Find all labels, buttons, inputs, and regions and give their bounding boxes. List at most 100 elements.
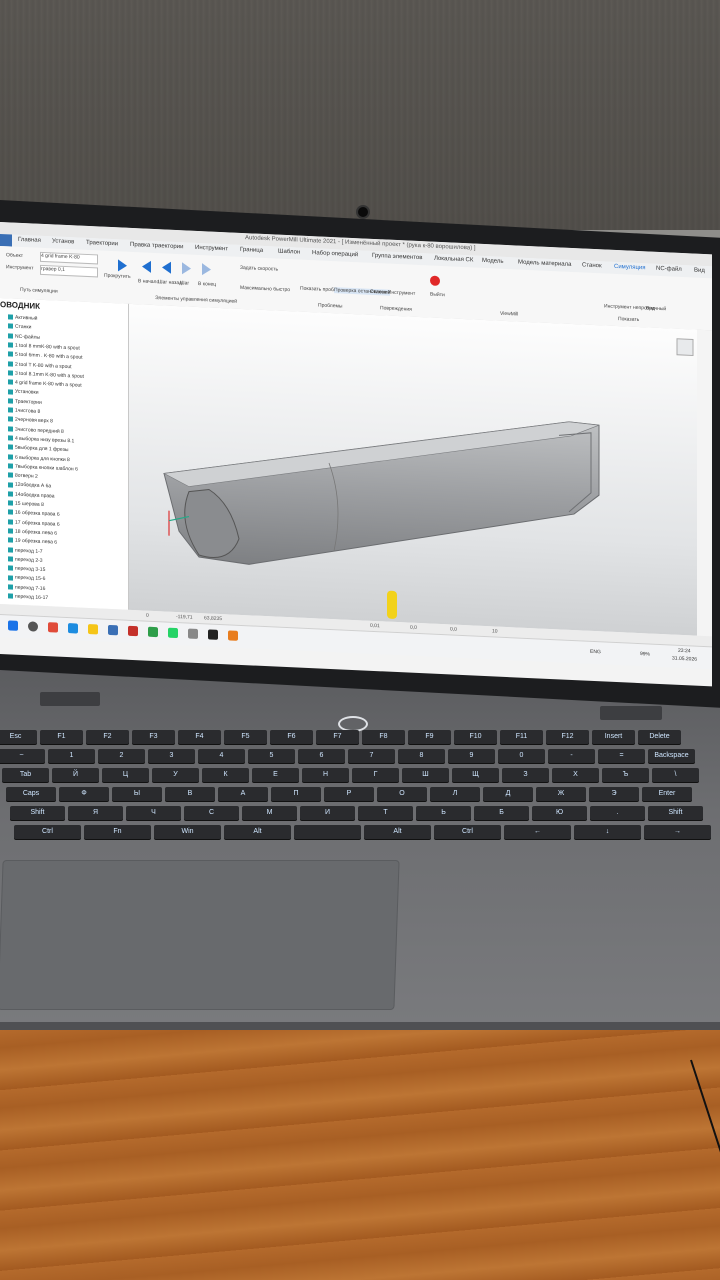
app2-icon[interactable] <box>148 626 158 638</box>
keyboard-key[interactable]: Shift <box>648 806 703 820</box>
keyboard-key[interactable]: Ctrl <box>14 825 81 839</box>
tab-tool[interactable]: Инструмент <box>195 245 228 253</box>
keyboard-key[interactable]: Ctrl <box>434 825 501 839</box>
edge-icon[interactable] <box>68 623 78 634</box>
tab-group[interactable]: Группа элементов <box>372 253 422 261</box>
explorer-tree-item[interactable]: Станки <box>8 323 31 331</box>
keyboard-key[interactable]: Ж <box>536 787 586 801</box>
tab-edit-toolpath[interactable]: Правка траектории <box>130 242 183 250</box>
explorer-tree-item[interactable]: 17 обрезка права 6 <box>8 519 60 527</box>
to-end-icon[interactable] <box>202 263 211 276</box>
explorer-tree-item[interactable]: Траектории <box>8 398 42 406</box>
keyboard-key[interactable]: Ш <box>402 768 449 782</box>
tab-home[interactable]: Главная <box>18 237 41 244</box>
keyboard-key[interactable]: Т <box>358 806 413 820</box>
battery-indicator[interactable]: 99% <box>640 651 650 657</box>
chrome-icon[interactable] <box>48 622 58 633</box>
file-tab[interactable] <box>0 234 12 247</box>
keyboard-key[interactable]: А <box>218 787 268 801</box>
keyboard-key[interactable]: Insert <box>592 730 635 744</box>
explorer-tree-item[interactable]: 15 шерова 8 <box>8 500 44 508</box>
keyboard-key[interactable]: 1 <box>48 749 95 763</box>
tool-select[interactable]: гравер 0,1 <box>40 264 98 278</box>
keyboard-key[interactable]: Д <box>483 787 533 801</box>
explorer-tree-item[interactable]: NC-файлы <box>8 333 40 340</box>
keyboard-key[interactable]: З <box>502 768 549 782</box>
max-fast-label[interactable]: Максимально быстро <box>240 285 290 293</box>
app3-icon[interactable] <box>188 628 198 639</box>
search-icon[interactable] <box>28 621 38 632</box>
windows-start-icon[interactable] <box>8 620 18 631</box>
keyboard-key[interactable]: Ч <box>126 806 181 820</box>
record-icon[interactable] <box>430 275 440 286</box>
keyboard-key[interactable]: F9 <box>408 730 451 744</box>
explorer-tree-item[interactable]: 3 tool 8.1mm K-80 with a spout <box>8 370 84 380</box>
explorer-tree-item[interactable]: переход 3-15 <box>8 565 45 573</box>
explorer-tree-item[interactable]: 14обводка права <box>8 491 55 499</box>
view-cube[interactable] <box>676 338 694 356</box>
keyboard-key[interactable]: Delete <box>638 730 681 744</box>
keyboard-key[interactable]: Alt <box>224 825 291 839</box>
3d-viewport[interactable] <box>129 303 697 636</box>
to-start-icon[interactable] <box>142 260 151 273</box>
keyboard-key[interactable]: Ь <box>416 806 471 820</box>
keyboard-key[interactable]: Ц <box>102 768 149 782</box>
keyboard-key[interactable]: F2 <box>86 730 129 744</box>
keyboard-key[interactable]: F5 <box>224 730 267 744</box>
keyboard-key[interactable]: Ю <box>532 806 587 820</box>
keyboard-key[interactable]: Р <box>324 787 374 801</box>
whatsapp-icon[interactable] <box>168 627 178 639</box>
keyboard-key[interactable]: Й <box>52 768 99 782</box>
keyboard-key[interactable]: F3 <box>132 730 175 744</box>
tab-boundary[interactable]: Граница <box>240 247 263 254</box>
tab-pattern[interactable]: Шаблон <box>278 249 300 256</box>
keyboard-key[interactable]: С <box>184 806 239 820</box>
keyboard-key[interactable]: Х <box>552 768 599 782</box>
explorer-tree-item[interactable]: 4 выборка низу врезы 8.1 <box>8 435 74 444</box>
keyboard-key[interactable]: Ы <box>112 787 162 801</box>
store-icon[interactable] <box>108 624 118 636</box>
keyboard-key[interactable]: F4 <box>178 730 221 744</box>
keyboard-key[interactable]: 2 <box>98 749 145 763</box>
tab-model[interactable]: Модель <box>482 258 504 265</box>
keyboard-key[interactable]: \ <box>652 768 699 782</box>
keyboard-key[interactable]: Enter <box>642 787 692 801</box>
keyboard-key[interactable]: П <box>271 787 321 801</box>
keyboard-key[interactable]: Б <box>474 806 529 820</box>
explorer-tree-item[interactable]: переход 7-16 <box>8 584 45 592</box>
keyboard-key[interactable]: Н <box>302 768 349 782</box>
explorer-tree-item[interactable]: 2 tool T K-80 with a spout <box>8 361 72 370</box>
explorer-tree-item[interactable]: 19 обрезка лева 6 <box>8 537 57 546</box>
keyboard-key[interactable]: 7 <box>348 749 395 763</box>
keyboard-key[interactable]: Ъ <box>602 768 649 782</box>
keyboard-key[interactable]: ← <box>504 825 571 839</box>
keyboard-key[interactable]: 4 <box>198 749 245 763</box>
explorer-tree-item[interactable]: переход 1-7 <box>8 547 43 554</box>
keyboard-key[interactable]: В <box>165 787 215 801</box>
view-button[interactable]: Вид <box>646 305 655 311</box>
clock-time[interactable]: 23:24 <box>678 648 691 655</box>
keyboard-key[interactable]: F8 <box>362 730 405 744</box>
keyboard-key[interactable]: Щ <box>452 768 499 782</box>
keyboard-key[interactable]: 0 <box>498 749 545 763</box>
tab-simulation[interactable]: Симуляция <box>614 264 646 271</box>
explorer-tree-item[interactable]: переход 16-17 <box>8 593 48 601</box>
tab-nc-file[interactable]: NC-файл <box>656 266 682 273</box>
keyboard-key[interactable]: ↓ <box>574 825 641 839</box>
keyboard-key[interactable]: → <box>644 825 711 839</box>
explorer-tree-item[interactable]: 5 tool 6mm . K-80 with a spout <box>8 351 83 361</box>
keyboard-key[interactable]: 5 <box>248 749 295 763</box>
keyboard-key[interactable]: О <box>377 787 427 801</box>
explorer-tree-item[interactable]: 1чистова 8 <box>8 407 40 415</box>
keyboard-key[interactable]: Ф <box>59 787 109 801</box>
object-select[interactable]: 4 grid frame K-80 <box>40 251 98 265</box>
tab-view[interactable]: Вид <box>694 268 705 274</box>
folder-icon[interactable] <box>88 623 98 635</box>
explorer-tree-item[interactable]: 12обводка А 6а <box>8 481 51 490</box>
speed-label[interactable]: Задать скорость <box>240 265 278 273</box>
powermill-icon[interactable] <box>228 630 238 641</box>
keyboard-key[interactable]: F1 <box>40 730 83 744</box>
keyboard-key[interactable]: Э <box>589 787 639 801</box>
app4-icon[interactable] <box>208 629 218 640</box>
keyboard-key[interactable]: И <box>300 806 355 820</box>
